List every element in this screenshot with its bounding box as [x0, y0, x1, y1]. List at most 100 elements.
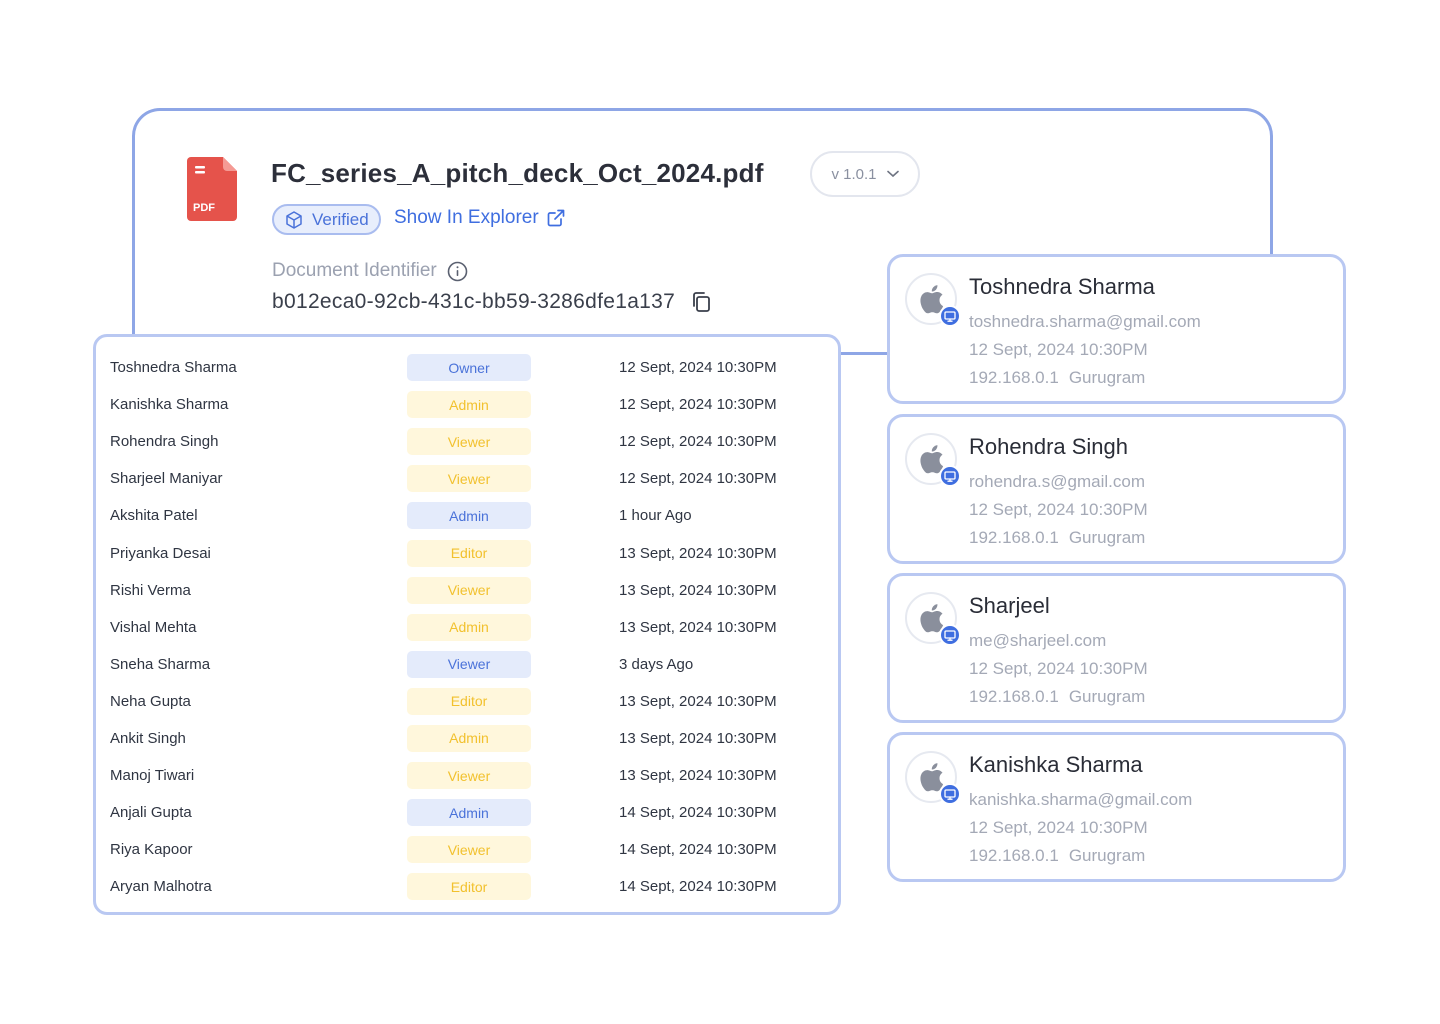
table-row[interactable]: Ankit Singh Admin 13 Sept, 2024 10:30PM	[96, 720, 838, 757]
table-row[interactable]: Vishal Mehta Admin 13 Sept, 2024 10:30PM	[96, 609, 838, 646]
verified-badge: Verified	[272, 204, 381, 235]
user-name: Akshita Patel	[110, 507, 198, 525]
table-row[interactable]: Manoj Tiwari Viewer 13 Sept, 2024 10:30PM	[96, 757, 838, 794]
user-name: Rohendra Singh	[110, 433, 219, 451]
table-row[interactable]: Riya Kapoor Viewer 14 Sept, 2024 10:30PM	[96, 831, 838, 868]
role-badge: Viewer	[407, 650, 531, 678]
session-ip: 192.168.0.1	[969, 368, 1059, 387]
connector-line	[838, 352, 890, 355]
session-user-name: Sharjeel	[969, 593, 1050, 618]
access-time: 12 Sept, 2024 10:30PM	[619, 359, 777, 377]
connector-line	[1270, 200, 1273, 258]
user-name: Priyanka Desai	[110, 544, 211, 562]
user-name: Ankit Singh	[110, 729, 186, 747]
session-time: 12 Sept, 2024 10:30PM	[969, 659, 1148, 678]
user-name: Riya Kapoor	[110, 841, 193, 859]
role-badge: Admin	[407, 391, 531, 419]
session-email: rohendra.s@gmail.com	[969, 472, 1145, 491]
session-ip: 192.168.0.1	[969, 687, 1059, 706]
session-card[interactable]: Toshnedra Sharma toshnedra.sharma@gmail.c…	[887, 254, 1346, 404]
desktop-icon	[939, 465, 961, 487]
role-badge: Admin	[407, 799, 531, 827]
table-row[interactable]: Kanishka Sharma Admin 12 Sept, 2024 10:30P…	[96, 386, 838, 423]
role-badge: Viewer	[407, 465, 531, 493]
table-row[interactable]: Akshita Patel Admin 1 hour Ago	[96, 497, 838, 534]
device-avatar	[905, 433, 961, 487]
role-badge: Owner	[407, 354, 531, 382]
session-ip-location: 192.168.0.1 Gurugram	[969, 687, 1145, 707]
session-ip-location: 192.168.0.1 Gurugram	[969, 846, 1145, 866]
role-badge: Viewer	[407, 762, 531, 790]
table-row[interactable]: Anjali Gupta Admin 14 Sept, 2024 10:30PM	[96, 794, 838, 831]
copy-icon[interactable]	[691, 291, 711, 313]
session-time: 12 Sept, 2024 10:30PM	[969, 340, 1148, 359]
table-row[interactable]: Aryan Malhotra Editor 14 Sept, 2024 10:30P…	[96, 868, 838, 905]
user-name: Sharjeel Maniyar	[110, 470, 223, 488]
pdf-icon-label: PDF	[193, 202, 215, 214]
session-time: 12 Sept, 2024 10:30PM	[969, 818, 1148, 837]
table-row[interactable]: Priyanka Desai Editor 13 Sept, 2024 10:30P…	[96, 534, 838, 571]
table-row[interactable]: Sneha Sharma Viewer 3 days Ago	[96, 646, 838, 683]
access-time: 12 Sept, 2024 10:30PM	[619, 433, 777, 451]
device-avatar	[905, 751, 961, 805]
access-time: 12 Sept, 2024 10:30PM	[619, 396, 777, 414]
verified-label: Verified	[312, 209, 369, 229]
access-time: 13 Sept, 2024 10:30PM	[619, 581, 777, 599]
role-badge: Viewer	[407, 576, 531, 604]
access-time: 13 Sept, 2024 10:30PM	[619, 767, 777, 785]
access-time: 1 hour Ago	[619, 507, 692, 525]
session-ip: 192.168.0.1	[969, 846, 1059, 865]
session-user-name: Rohendra Singh	[969, 434, 1129, 459]
version-dropdown[interactable]: v 1.0.1	[810, 151, 920, 197]
device-avatar	[905, 273, 961, 327]
access-list-table: Toshnedra Sharma Owner 12 Sept, 2024 10:30…	[93, 334, 841, 915]
access-time: 13 Sept, 2024 10:30PM	[619, 729, 777, 747]
session-card[interactable]: Sharjeel me@sharjeel.com 12 Sept, 2024 10:…	[887, 573, 1346, 723]
version-value: v 1.0.1	[831, 165, 877, 183]
identifier-value: b012eca0-92cb-431c-bb59-3286dfe1a137	[272, 290, 676, 313]
session-email: toshnedra.sharma@gmail.com	[969, 312, 1201, 331]
table-row[interactable]: Rohendra Singh Viewer 12 Sept, 2024 10:30P…	[96, 423, 838, 460]
user-name: Aryan Malhotra	[110, 878, 212, 896]
identifier-label-text: Document Identifier	[272, 260, 437, 281]
session-ip-location: 192.168.0.1 Gurugram	[969, 368, 1145, 388]
role-badge: Admin	[407, 502, 531, 530]
access-time: 14 Sept, 2024 10:30PM	[619, 878, 777, 896]
chevron-down-icon	[886, 170, 899, 178]
session-card[interactable]: Rohendra Singh rohendra.s@gmail.com 12 Sep…	[887, 414, 1346, 564]
document-identifier: b012eca0-92cb-431c-bb59-3286dfe1a137	[272, 290, 711, 314]
cube-icon	[286, 210, 302, 229]
document-identifier-label: Document Identifier	[272, 260, 468, 282]
access-time: 13 Sept, 2024 10:30PM	[619, 692, 777, 710]
access-time: 13 Sept, 2024 10:30PM	[619, 544, 777, 562]
access-time: 14 Sept, 2024 10:30PM	[619, 804, 777, 822]
session-location: Gurugram	[1068, 368, 1146, 387]
table-row[interactable]: Neha Gupta Editor 13 Sept, 2024 10:30PM	[96, 683, 838, 720]
user-name: Kanishka Sharma	[110, 396, 229, 414]
desktop-icon	[939, 305, 961, 327]
role-badge: Editor	[407, 873, 531, 901]
table-row[interactable]: Rishi Verma Viewer 13 Sept, 2024 10:30PM	[96, 572, 838, 609]
session-email: kanishka.sharma@gmail.com	[969, 790, 1193, 809]
info-icon[interactable]	[447, 261, 468, 282]
role-badge: Admin	[407, 613, 531, 641]
table-row[interactable]: Toshnedra Sharma Owner 12 Sept, 2024 10:30…	[96, 349, 838, 386]
show-in-explorer-link[interactable]: Show In Explorer	[394, 207, 565, 229]
session-card[interactable]: Kanishka Sharma kanishka.sharma@gmail.com…	[887, 732, 1346, 882]
session-location: Gurugram	[1068, 528, 1146, 547]
access-time: 3 days Ago	[619, 655, 694, 673]
role-badge: Viewer	[407, 428, 531, 456]
user-name: Rishi Verma	[110, 581, 191, 599]
table-row[interactable]: Sharjeel Maniyar Viewer 12 Sept, 2024 10:3…	[96, 460, 838, 497]
access-time: 12 Sept, 2024 10:30PM	[619, 470, 777, 488]
desktop-icon	[939, 624, 961, 646]
session-email: me@sharjeel.com	[969, 631, 1107, 650]
document-title: FC_series_A_pitch_deck_Oct_2024.pdf	[271, 158, 764, 188]
device-avatar	[905, 592, 961, 646]
stage: PDF FC_series_A_pitch_deck_Oct_2024.pdf …	[0, 0, 1440, 1024]
role-badge: Editor	[407, 539, 531, 567]
session-user-name: Kanishka Sharma	[969, 752, 1143, 777]
session-location: Gurugram	[1068, 687, 1146, 706]
user-name: Anjali Gupta	[110, 804, 192, 822]
session-time: 12 Sept, 2024 10:30PM	[969, 500, 1148, 519]
